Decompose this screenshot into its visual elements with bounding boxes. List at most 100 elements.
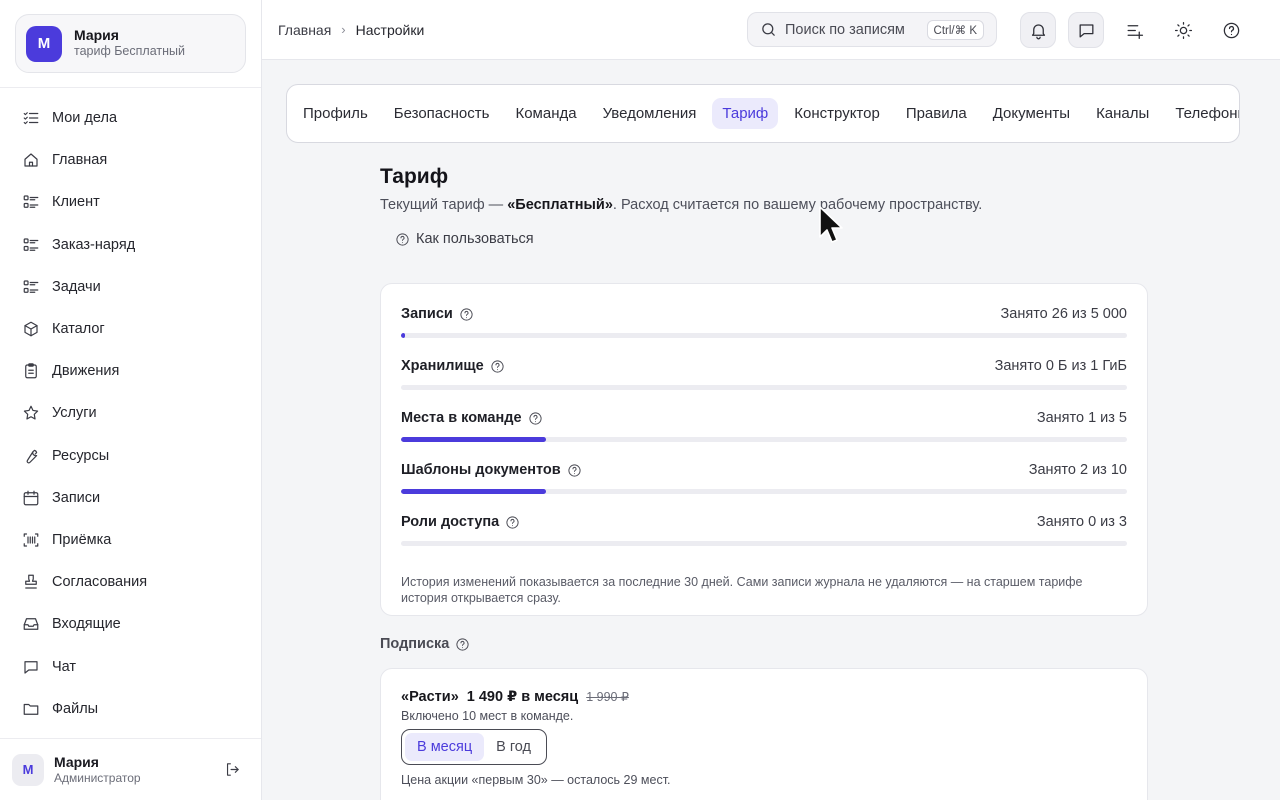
breadcrumb: Главная › Настройки <box>278 22 424 38</box>
sidebar-item[interactable]: Услуги <box>0 392 261 434</box>
usage-progress-bar <box>401 385 1127 390</box>
plan-name: «Расти» <box>401 689 459 705</box>
help-icon[interactable] <box>528 411 543 426</box>
sidebar-nav: Мои дела Главная Клиент Заказ-наряд Задачи Ка… <box>0 88 261 730</box>
usage-progress-bar <box>401 489 1127 494</box>
sidebar: М Мария тариф Бесплатный Мои дела Главная… <box>0 0 262 800</box>
sidebar-item-label: Каталог <box>52 321 105 338</box>
period-year-button[interactable]: В год <box>484 733 543 761</box>
howto-link[interactable]: Как пользоваться <box>395 231 534 247</box>
settings-tab[interactable]: Профиль <box>293 98 378 129</box>
bell-icon <box>1031 23 1045 39</box>
quick-add-button[interactable] <box>1116 12 1152 48</box>
calendar-icon <box>22 489 40 507</box>
subscription-title: Подписка <box>380 636 450 652</box>
usage-progress-bar <box>401 437 1127 442</box>
sidebar-item[interactable]: Каталог <box>0 308 261 350</box>
workspace-name: Мария <box>74 26 119 43</box>
plan-content: Тариф Текущий тариф — «Бесплатный». Расх… <box>380 165 1148 800</box>
help-icon[interactable] <box>459 307 474 322</box>
sidebar-item-label: Клиент <box>52 194 100 211</box>
usage-row: Хранилище Занято 0 Б из 1 ГиБ <box>401 356 1127 408</box>
usage-value: Занято 2 из 10 <box>1028 462 1127 478</box>
usage-label: Записи <box>401 306 474 322</box>
sidebar-item[interactable]: Заказ-наряд <box>0 224 261 266</box>
subtitle-suffix: . Расход считается по вашему рабочему пр… <box>612 197 983 213</box>
sidebar-item-label: Мои дела <box>52 110 118 127</box>
page-title: Тариф <box>380 165 449 188</box>
usage-progress-fill <box>401 437 547 442</box>
usage-value: Занято 1 из 5 <box>1036 410 1127 426</box>
usage-list: Записи Занято 26 из 5 000 Хранилище Занято … <box>401 304 1127 564</box>
help-button[interactable] <box>1213 12 1249 48</box>
sidebar-item[interactable]: Чат <box>0 645 261 687</box>
sidebar-item-label: Чат <box>52 658 77 675</box>
usage-row: Места в команде Занято 1 из 5 <box>401 408 1127 460</box>
plan-promo: Цена акции «первым 30» — осталось 29 мес… <box>401 773 671 787</box>
usage-label-text: Шаблоны документов <box>401 462 561 478</box>
sun-icon <box>1174 21 1192 39</box>
workspace-switcher[interactable]: М Мария тариф Бесплатный <box>15 14 246 73</box>
settings-tab[interactable]: Документы <box>983 98 1080 129</box>
sidebar-item[interactable]: Главная <box>0 139 261 181</box>
help-icon[interactable] <box>490 359 505 374</box>
logout-button[interactable] <box>221 759 243 781</box>
sidebar-item[interactable]: Клиент <box>0 181 261 223</box>
sidebar-item[interactable]: Записи <box>0 477 261 519</box>
sidebar-item[interactable]: Входящие <box>0 603 261 645</box>
settings-tab[interactable]: Тариф <box>712 98 779 129</box>
sidebar-item[interactable]: Задачи <box>0 266 261 308</box>
sidebar-item[interactable]: Приёмка <box>0 519 261 561</box>
sidebar-item-label: Файлы <box>52 700 99 717</box>
usage-label-text: Хранилище <box>401 358 484 374</box>
star-icon <box>22 404 40 422</box>
logout-icon <box>226 763 239 776</box>
sidebar-item[interactable]: Ресурсы <box>0 435 261 477</box>
settings-tab[interactable]: Телефония <box>1165 98 1239 129</box>
help-icon[interactable] <box>567 463 582 478</box>
theme-toggle-button[interactable] <box>1165 12 1201 48</box>
settings-tab[interactable]: Конструктор <box>784 98 890 129</box>
chat-icon <box>1079 23 1093 37</box>
sidebar-item[interactable]: Мои дела <box>0 97 261 139</box>
search-placeholder[interactable]: Поиск по записям <box>785 22 927 38</box>
messages-button[interactable] <box>1068 12 1104 48</box>
breadcrumb-home[interactable]: Главная <box>278 22 331 38</box>
usage-value: Занято 0 из 3 <box>1036 514 1127 530</box>
chat-icon <box>22 658 40 676</box>
sidebar-item[interactable]: Движения <box>0 350 261 392</box>
settings-tab[interactable]: Каналы <box>1086 98 1159 129</box>
settings-tab[interactable]: Безопасность <box>384 98 500 129</box>
usage-row-header: Роли доступа Занято 0 из 3 <box>401 512 1127 532</box>
period-month-button[interactable]: В месяц <box>405 733 485 761</box>
plan-included: Включено 10 мест в команде. <box>401 709 574 723</box>
search-icon <box>762 23 775 36</box>
page-subtitle: Текущий тариф — «Бесплатный». Расход счи… <box>380 197 1148 213</box>
help-icon[interactable] <box>505 515 520 530</box>
usage-value: Занято 0 Б из 1 ГиБ <box>994 358 1127 374</box>
notifications-button[interactable] <box>1020 12 1056 48</box>
sidebar-item[interactable]: Файлы <box>0 688 261 730</box>
workspace-plan: тариф Бесплатный <box>74 44 185 59</box>
search-box[interactable]: Поиск по записям Ctrl/⌘ K <box>747 12 997 47</box>
usage-value: Занято 26 из 5 000 <box>1000 306 1127 322</box>
topbar: Главная › Настройки Поиск по записям Ctr… <box>262 0 1280 60</box>
list-icon <box>22 278 40 296</box>
howto-label: Как пользоваться <box>416 231 534 247</box>
sidebar-item-label: Главная <box>52 152 108 169</box>
user-role: Администратор <box>54 770 141 785</box>
usage-label-text: Записи <box>401 306 453 322</box>
box-icon <box>22 320 40 338</box>
settings-tab[interactable]: Команда <box>505 98 586 129</box>
sidebar-item-label: Заказ-наряд <box>52 236 136 253</box>
usage-label: Хранилище <box>401 358 505 374</box>
breadcrumb-separator: › <box>341 22 346 37</box>
sidebar-item[interactable]: Согласования <box>0 561 261 603</box>
help-icon[interactable] <box>455 637 470 652</box>
usage-note: История изменений показывается за послед… <box>401 575 1083 605</box>
settings-tab[interactable]: Правила <box>896 98 977 129</box>
settings-tab[interactable]: Уведомления <box>593 98 707 129</box>
user-avatar[interactable]: М <box>12 753 44 786</box>
sidebar-item-label: Задачи <box>52 278 101 295</box>
usage-label: Шаблоны документов <box>401 462 582 478</box>
